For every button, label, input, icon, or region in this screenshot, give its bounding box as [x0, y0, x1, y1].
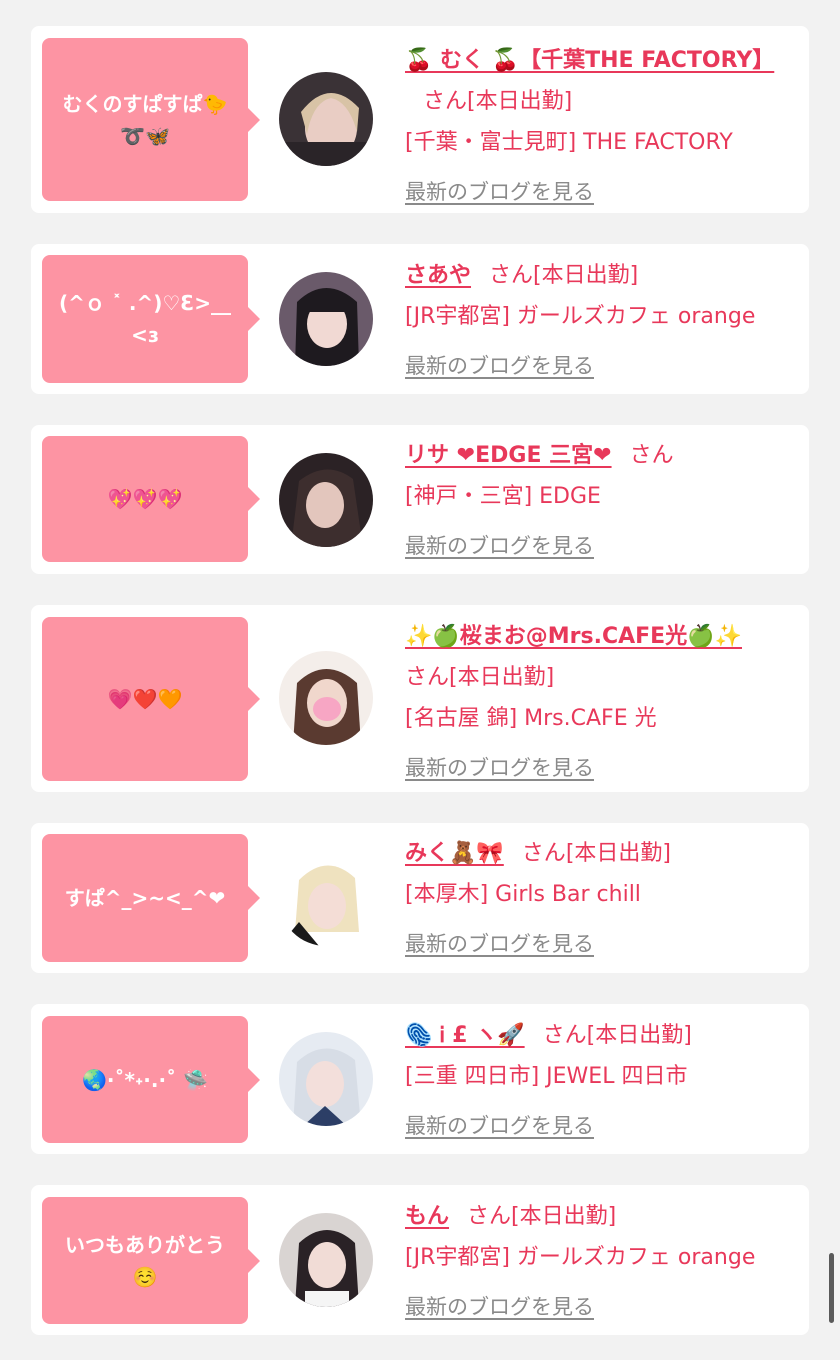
latest-blog-link[interactable]: 最新のブログを見る [405, 526, 594, 567]
work-status: [本日出勤] [586, 1023, 692, 1048]
avatar[interactable] [279, 1213, 373, 1307]
post-card: いつもありがとう☺️ もん さん[本日出勤] [JR宇都宮] ガールズカフェ or… [31, 1185, 809, 1335]
message-bubble: 💗❤️🧡 [42, 617, 260, 781]
girl-name-link[interactable]: ✨🍏桜まお@Mrs.CAFE光🍏✨ [405, 624, 742, 649]
girl-name-link[interactable]: もん [405, 1204, 449, 1229]
honorific: さん [521, 841, 566, 866]
girl-name-link[interactable]: みく🧸🎀 [405, 841, 504, 866]
shop-name: [三重 四日市] JEWEL 四日市 [405, 1064, 688, 1089]
honorific: さん [489, 263, 534, 288]
girl-name-link[interactable]: 🍒 むく 🍒【千葉THE FACTORY】 [405, 48, 774, 73]
work-status: [本日出勤] [565, 841, 671, 866]
honorific: さん [467, 1204, 512, 1229]
honorific: さん [405, 665, 450, 690]
shop-name: [JR宇都宮] ガールズカフェ orange [405, 304, 756, 329]
work-status: [本日出勤] [449, 665, 555, 690]
message-bubble: すぱ^_>~<_^❤ [42, 834, 260, 962]
post-card: 🌏·˚*˖·.·˚ 🛸 🫆 Ꭵ £ ヽ🚀 さん[本日出勤] [三重 四日市] JE… [31, 1004, 809, 1154]
girl-name-link[interactable]: 🫆 Ꭵ £ ヽ🚀 [405, 1023, 525, 1048]
avatar[interactable] [279, 1032, 373, 1126]
honorific: さん [423, 89, 468, 114]
post-card: すぱ^_>~<_^❤ みく🧸🎀 さん[本日出勤] [本厚木] Girls Bar … [31, 823, 809, 973]
shop-name: [神戸・三宮] EDGE [405, 484, 601, 509]
post-card: むくのすぱすぱ🐤➰🦋 🍒 むく 🍒【千葉THE FACTORY】さん[本日出勤]… [31, 26, 809, 213]
latest-blog-link[interactable]: 最新のブログを見る [405, 748, 594, 789]
girl-name-link[interactable]: さあや [405, 263, 471, 288]
latest-blog-link[interactable]: 最新のブログを見る [405, 924, 594, 965]
avatar[interactable] [279, 651, 373, 745]
honorific: さん [542, 1023, 587, 1048]
message-bubble: (^ｏ ˟ .^)♡Ɛ>__<ɜ [42, 255, 260, 383]
blog-post-feed: むくのすぱすぱ🐤➰🦋 🍒 むく 🍒【千葉THE FACTORY】さん[本日出勤]… [0, 0, 840, 1360]
shop-name: [本厚木] Girls Bar chill [405, 882, 641, 907]
girl-name-link[interactable]: リサ ❤EDGE 三宮❤ [405, 443, 612, 468]
message-bubble: 🌏·˚*˖·.·˚ 🛸 [42, 1016, 260, 1143]
post-card: (^ｏ ˟ .^)♡Ɛ>__<ɜ さあや さん[本日出勤] [JR宇都宮] ガール… [31, 244, 809, 394]
avatar[interactable] [279, 453, 373, 547]
avatar[interactable] [279, 272, 373, 366]
message-bubble: 💖💖💖 [42, 436, 260, 562]
latest-blog-link[interactable]: 最新のブログを見る [405, 1106, 594, 1147]
message-bubble: むくのすぱすぱ🐤➰🦋 [42, 38, 260, 201]
work-status: [本日出勤] [511, 1204, 617, 1229]
shop-name: [JR宇都宮] ガールズカフェ orange [405, 1245, 756, 1270]
latest-blog-link[interactable]: 最新のブログを見る [405, 172, 594, 213]
shop-name: [名古屋 錦] Mrs.CAFE 光 [405, 706, 657, 731]
scrollbar[interactable] [829, 1253, 834, 1323]
message-bubble: いつもありがとう☺️ [42, 1197, 260, 1324]
post-card: 💖💖💖 リサ ❤EDGE 三宮❤ さん [神戸・三宮] EDGE 最新のブログを見… [31, 425, 809, 574]
avatar[interactable] [279, 852, 373, 946]
avatar[interactable] [279, 72, 373, 166]
shop-name: [千葉・富士見町] THE FACTORY [405, 130, 733, 155]
post-card: 💗❤️🧡 ✨🍏桜まお@Mrs.CAFE光🍏✨ さん[本日出勤] [名古屋 錦] M… [31, 605, 809, 792]
latest-blog-link[interactable]: 最新のブログを見る [405, 1287, 594, 1328]
work-status: [本日出勤] [533, 263, 639, 288]
work-status: [本日出勤] [467, 89, 573, 114]
honorific: さん [629, 443, 674, 468]
latest-blog-link[interactable]: 最新のブログを見る [405, 346, 594, 387]
